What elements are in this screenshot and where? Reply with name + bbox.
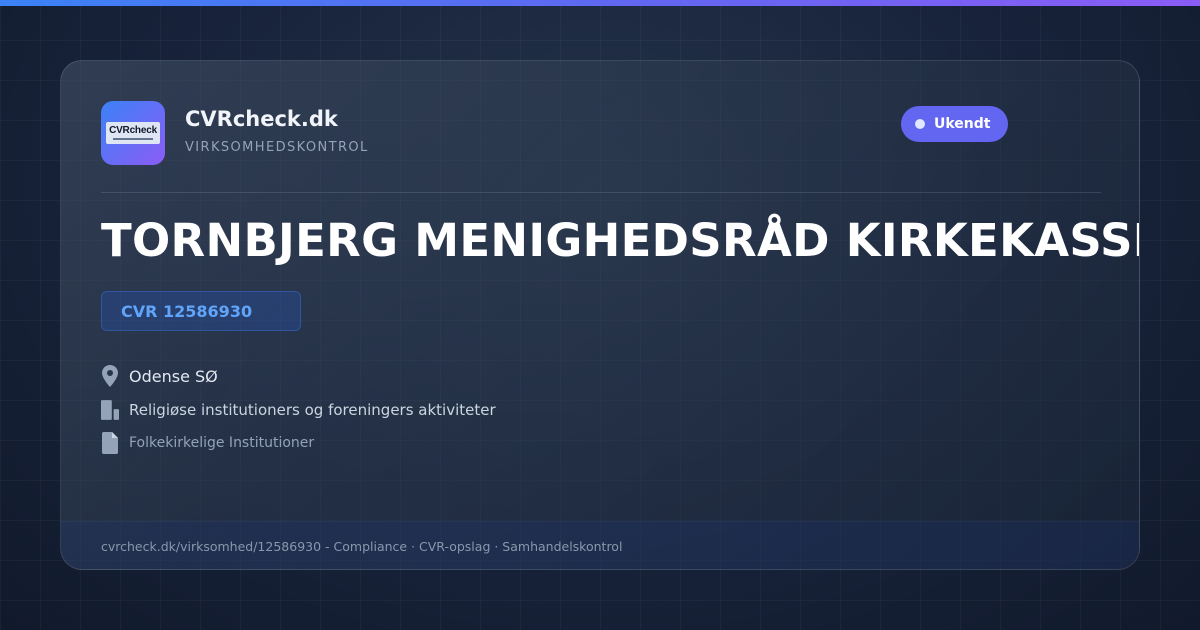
map-pin-icon [101,364,119,388]
location-row: Odense SØ [101,364,218,388]
top-accent-bar [0,0,1200,6]
status-badge: Ukendt [901,106,1009,142]
industry-row: Religiøse institutioners og foreningers … [101,398,496,422]
company-type-text: Folkekirkelige Institutioner [129,435,315,451]
brand-tagline: VIRKSOMHEDSKONTROL [185,140,369,155]
document-icon [101,431,119,455]
type-row: Folkekirkelige Institutioner [101,431,314,455]
cvr-number-chip: CVR 12586930 [101,291,301,331]
logo-underline [113,138,153,140]
footer-text: cvrcheck.dk/virksomhed/12586930 - Compli… [101,539,623,554]
status-label: Ukendt [934,116,991,132]
building-icon [101,398,119,422]
status-dot-icon [915,119,925,129]
location-text: Odense SØ [129,366,218,386]
card-footer: cvrcheck.dk/virksomhed/12586930 - Compli… [61,521,1139,569]
logo-plate: CVRcheck [106,122,160,144]
company-card: CVRcheck CVRcheck.dk VIRKSOMHEDSKONTROL … [60,60,1140,570]
company-name: TORNBJERG MENIGHEDSRÅD KIRKEKASSEN [101,214,1140,267]
logo-text: CVRcheck [109,125,157,136]
header-divider [101,192,1101,193]
brand-logo: CVRcheck [101,101,165,165]
brand-name: CVRcheck.dk [185,107,338,131]
industry-text: Religiøse institutioners og foreningers … [129,401,496,419]
